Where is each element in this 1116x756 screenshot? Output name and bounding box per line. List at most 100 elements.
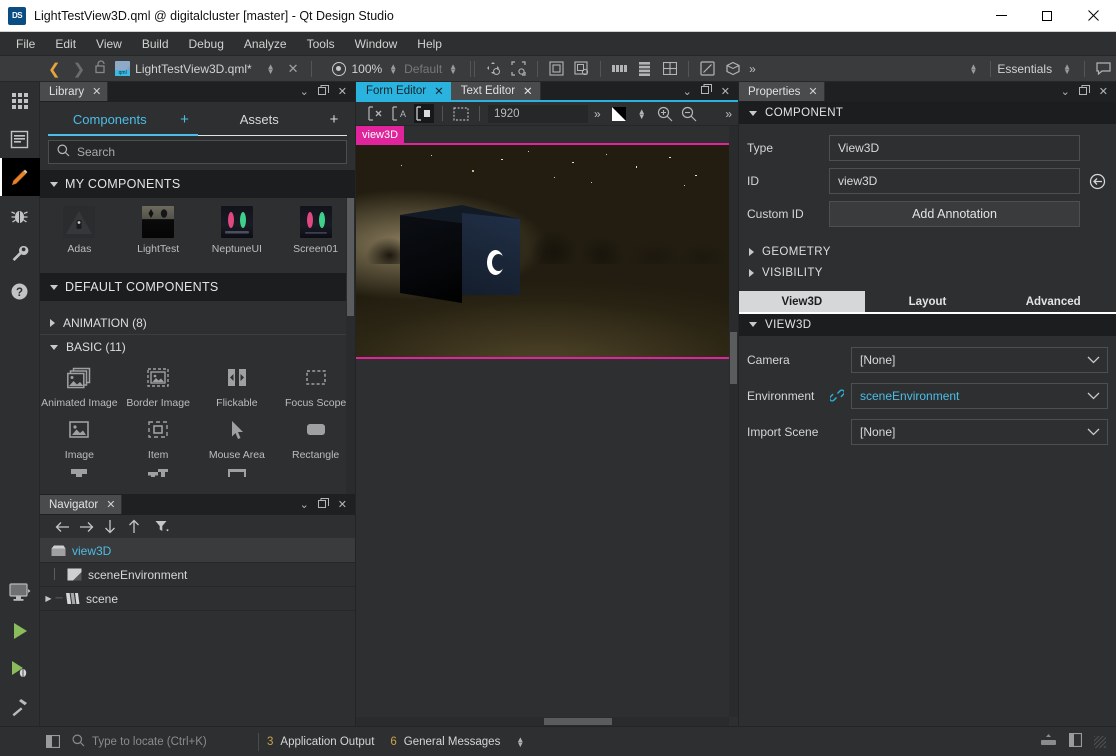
move-up-button[interactable] bbox=[122, 517, 146, 537]
table-row[interactable]: │ sceneEnvironment bbox=[40, 563, 355, 587]
align-icon[interactable] bbox=[548, 61, 565, 76]
section-geometry[interactable]: GEOMETRY bbox=[739, 241, 1116, 262]
workspace-spinner-left[interactable]: ▲▼ bbox=[962, 64, 984, 74]
search-input[interactable]: Search bbox=[48, 140, 347, 164]
lock-icon[interactable] bbox=[91, 60, 111, 77]
list-item[interactable]: Rectangle bbox=[276, 417, 355, 461]
toggle-sidebar-icon[interactable] bbox=[40, 735, 66, 748]
close-icon[interactable]: ✕ bbox=[106, 498, 115, 511]
run-button[interactable] bbox=[0, 612, 40, 650]
zoom-spinner[interactable]: ▲▼ bbox=[382, 64, 404, 74]
output-pane-general-messages[interactable]: 6 General Messages bbox=[390, 736, 500, 748]
sidebar-item-help[interactable]: ? bbox=[0, 272, 40, 310]
navigate-back-button[interactable]: ❮ bbox=[42, 60, 67, 78]
reset-icon[interactable] bbox=[1086, 173, 1108, 190]
tab-layout[interactable]: Layout bbox=[865, 291, 991, 312]
tab-text-editor[interactable]: Text Editor ✕ bbox=[451, 82, 541, 100]
library-scroll-area[interactable]: MY COMPONENTS Adas bbox=[40, 170, 355, 494]
group-basic[interactable]: BASIC (11) bbox=[40, 335, 355, 359]
move-out-button[interactable] bbox=[50, 517, 74, 537]
move-down-button[interactable] bbox=[98, 517, 122, 537]
canvas-viewport[interactable]: view3D bbox=[356, 126, 729, 717]
panel-tab-properties[interactable]: Properties ✕ bbox=[739, 82, 825, 101]
navigator-tree[interactable]: view3D │ sceneEnvironment ▶ ─ bbox=[40, 539, 355, 726]
bg-color-icon[interactable] bbox=[609, 104, 629, 123]
table-row[interactable]: ▶ ─ scene bbox=[40, 587, 355, 611]
panel-tab-navigator[interactable]: Navigator ✕ bbox=[40, 495, 122, 514]
panel-tab-library[interactable]: Library ✕ bbox=[40, 82, 108, 101]
navigate-forward-button[interactable]: ❯ bbox=[67, 60, 92, 78]
menu-help[interactable]: Help bbox=[407, 34, 452, 54]
close-document-button[interactable]: ✕ bbox=[282, 61, 305, 77]
list-item[interactable]: LightTest bbox=[119, 206, 198, 255]
grid-layout-icon[interactable] bbox=[661, 61, 678, 76]
toolbar-overflow-button[interactable]: » bbox=[745, 62, 760, 76]
list-item[interactable]: Border Image bbox=[119, 365, 198, 409]
close-icon[interactable]: ✕ bbox=[92, 85, 101, 98]
scrollbar-thumb[interactable] bbox=[730, 332, 737, 384]
sidebar-item-design[interactable] bbox=[0, 158, 40, 196]
section-component[interactable]: COMPONENT bbox=[739, 102, 1116, 124]
toolbar-overflow-button-2[interactable]: » bbox=[719, 107, 738, 121]
column-layout-icon[interactable] bbox=[636, 61, 653, 76]
chevron-down-icon[interactable]: ⌄ bbox=[1061, 85, 1070, 98]
output-pane-spinner[interactable]: ▲▼ bbox=[516, 737, 524, 747]
menu-debug[interactable]: Debug bbox=[179, 34, 234, 54]
group-animation[interactable]: ANIMATION (8) bbox=[40, 311, 355, 335]
list-item[interactable]: Flickable bbox=[198, 365, 277, 409]
add-component-button[interactable]: + bbox=[172, 111, 198, 128]
sidebar-item-edit[interactable] bbox=[0, 120, 40, 158]
menu-file[interactable]: File bbox=[6, 34, 45, 54]
list-item[interactable]: Focus Scope bbox=[276, 365, 355, 409]
resize-grip[interactable] bbox=[1094, 736, 1106, 748]
tab-advanced[interactable]: Advanced bbox=[990, 291, 1116, 312]
tab-components[interactable]: Components + bbox=[48, 102, 198, 136]
menu-window[interactable]: Window bbox=[345, 34, 408, 54]
list-item[interactable] bbox=[198, 469, 277, 475]
scrollbar-thumb[interactable] bbox=[347, 198, 354, 316]
fit-selection-icon[interactable] bbox=[510, 61, 527, 76]
menu-tools[interactable]: Tools bbox=[297, 34, 345, 54]
float-panel-icon[interactable] bbox=[318, 498, 329, 512]
style-spinner[interactable]: ▲▼ bbox=[442, 64, 464, 74]
style-preset-label[interactable]: Default bbox=[404, 62, 442, 76]
section-my-components[interactable]: MY COMPONENTS bbox=[40, 170, 355, 198]
list-item[interactable]: Screen01 bbox=[276, 206, 355, 255]
build-button[interactable] bbox=[0, 688, 40, 726]
canvas-vscrollbar[interactable] bbox=[729, 126, 738, 717]
align-group-icon[interactable] bbox=[573, 61, 590, 76]
workspace-selector-label[interactable]: Essentials bbox=[997, 62, 1056, 76]
current-file-label[interactable]: LightTestView3D.qml* bbox=[135, 62, 252, 76]
list-item[interactable]: Mouse Area bbox=[198, 417, 277, 461]
binding-link-icon[interactable] bbox=[829, 389, 845, 402]
import-scene-dropdown[interactable]: [None] bbox=[851, 419, 1108, 445]
close-panel-icon[interactable]: ✕ bbox=[338, 85, 347, 98]
no-snapping-icon[interactable] bbox=[366, 104, 386, 123]
sidebar-item-welcome[interactable] bbox=[0, 82, 40, 120]
id-input[interactable]: view3D bbox=[829, 168, 1080, 194]
filter-icon[interactable] bbox=[150, 517, 174, 537]
close-icon[interactable]: ✕ bbox=[523, 84, 533, 98]
float-panel-icon[interactable] bbox=[318, 85, 329, 99]
menu-edit[interactable]: Edit bbox=[45, 34, 86, 54]
zoom-in-icon[interactable] bbox=[655, 104, 675, 123]
maximize-button[interactable] bbox=[1024, 0, 1070, 32]
bg-color-spinner[interactable]: ▲▼ bbox=[631, 109, 653, 119]
library-scrollbar[interactable] bbox=[346, 198, 355, 494]
canvas-hscrollbar[interactable] bbox=[356, 717, 729, 726]
start-debugging-button[interactable] bbox=[0, 650, 40, 688]
edit-annotation-icon[interactable] bbox=[699, 61, 716, 76]
form-editor-canvas[interactable]: view3D bbox=[356, 126, 738, 726]
locator-input[interactable]: Type to locate (Ctrl+K) bbox=[66, 732, 250, 752]
add-annotation-button[interactable]: Add Annotation bbox=[829, 201, 1080, 227]
workspace-spinner[interactable]: ▲▼ bbox=[1056, 64, 1078, 74]
sidebar-item-debug[interactable] bbox=[0, 196, 40, 234]
sidebar-item-projects[interactable] bbox=[0, 234, 40, 272]
scrollbar-thumb[interactable] bbox=[544, 718, 612, 725]
file-selector-spinner[interactable]: ▲▼ bbox=[260, 64, 282, 74]
list-item[interactable] bbox=[119, 469, 198, 475]
toggle-output-pane-icon[interactable] bbox=[1069, 733, 1082, 750]
close-panel-icon[interactable]: ✕ bbox=[1099, 85, 1108, 98]
list-item[interactable]: Animated Image bbox=[40, 365, 119, 409]
camera-dropdown[interactable]: [None] bbox=[851, 347, 1108, 373]
